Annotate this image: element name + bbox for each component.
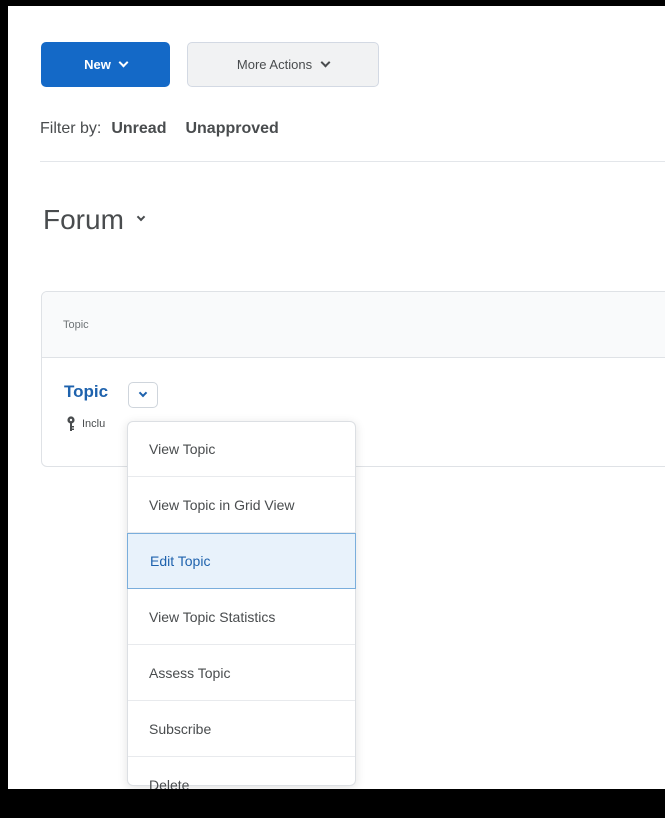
app-frame: New More Actions Filter by: Unread Unapp… [8,6,665,789]
filter-unapproved[interactable]: Unapproved [185,120,278,138]
forum-heading[interactable]: Forum [43,204,146,236]
topic-context-menu: View Topic View Topic in Grid View Edit … [127,421,356,789]
table-header: Topic [42,292,665,358]
chevron-down-icon [138,388,148,398]
topic-menu-button[interactable] [128,382,158,408]
pin-icon [67,416,75,431]
more-actions-button[interactable]: More Actions [187,42,379,87]
include-line: Inclu [66,416,105,432]
menu-item-view-topic-grid[interactable]: View Topic in Grid View [128,477,355,533]
include-text: Inclu [82,418,106,430]
column-header-topic: Topic [63,318,89,331]
chevron-down-icon [118,57,129,68]
new-button[interactable]: New [41,42,170,87]
topic-link[interactable]: Topic [64,382,108,402]
menu-item-view-topic[interactable]: View Topic [128,422,355,477]
menu-item-edit-topic[interactable]: Edit Topic [127,533,356,589]
filter-unread[interactable]: Unread [111,120,166,138]
new-button-label: New [84,57,111,72]
chevron-down-icon [136,212,146,222]
divider [40,161,665,162]
filter-label: Filter by: [40,120,102,137]
chevron-down-icon [320,57,331,68]
menu-item-view-topic-statistics[interactable]: View Topic Statistics [128,589,355,645]
filter-bar: Filter by: Unread Unapproved [40,120,298,138]
menu-item-subscribe[interactable]: Subscribe [128,701,355,757]
more-actions-label: More Actions [236,57,313,72]
menu-item-delete[interactable]: Delete [128,757,355,789]
forum-title: Forum [43,204,124,235]
menu-item-assess-topic[interactable]: Assess Topic [128,645,355,701]
